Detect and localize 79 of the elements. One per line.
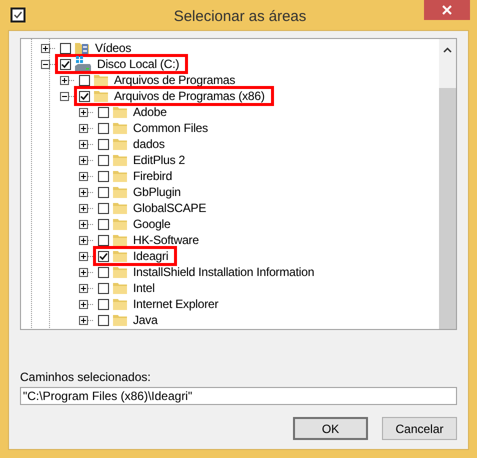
field-label: Caminhos selecionados: [20, 370, 152, 384]
expander-icon[interactable] [79, 300, 88, 308]
expander-icon[interactable] [79, 172, 88, 180]
expander-icon[interactable] [79, 268, 88, 276]
folder-icon [112, 217, 128, 231]
checkbox[interactable] [98, 250, 109, 262]
checkbox[interactable] [60, 42, 71, 54]
expander-icon[interactable] [79, 284, 88, 292]
tree-item[interactable]: GbPlugin [131, 185, 181, 199]
checkbox[interactable] [98, 106, 109, 118]
tree-item[interactable]: GlobalSCAPE [131, 201, 206, 215]
expander-icon[interactable] [79, 108, 88, 116]
checkbox[interactable] [60, 58, 71, 70]
tree-item[interactable]: EditPlus 2 [131, 153, 186, 167]
checkbox[interactable] [98, 122, 109, 134]
checkbox[interactable] [98, 282, 109, 294]
drive-icon [74, 56, 92, 72]
checkbox[interactable] [98, 186, 109, 198]
folder-icon [112, 153, 128, 167]
folder-icon [112, 249, 128, 263]
expander-icon[interactable] [79, 316, 88, 324]
ok-button[interactable]: OK [293, 417, 368, 440]
checkbox[interactable] [79, 90, 90, 102]
expander-icon[interactable] [79, 140, 88, 148]
expander-icon[interactable] [41, 44, 50, 52]
expander-icon[interactable] [79, 204, 88, 212]
tree-item[interactable]: Arquivos de Programas [112, 73, 236, 87]
tree-item[interactable]: InstallShield Installation Information [131, 265, 314, 279]
folder-icon [93, 73, 109, 87]
cancel-button[interactable]: Cancelar [382, 417, 457, 440]
expander-icon[interactable] [60, 76, 69, 84]
folder-icon [112, 121, 128, 135]
expander-icon[interactable] [79, 220, 88, 228]
folder-icon [112, 281, 128, 295]
tree-item[interactable]: HK-Software [131, 233, 199, 247]
folder-icon [112, 185, 128, 199]
folder-icon [93, 89, 109, 103]
expander-icon[interactable] [79, 188, 88, 196]
video-library-icon [74, 41, 90, 55]
folder-icon [112, 201, 128, 215]
checkbox[interactable] [98, 234, 109, 246]
tree-item[interactable]: Common Files [131, 121, 208, 135]
tree-item[interactable]: Firebird [131, 169, 172, 183]
checkbox[interactable] [98, 314, 109, 326]
expander-icon[interactable] [60, 92, 69, 100]
expander-icon[interactable] [79, 124, 88, 132]
expander-icon[interactable] [79, 236, 88, 244]
expander-icon[interactable] [79, 252, 88, 260]
checkbox[interactable] [79, 74, 90, 86]
tree-item[interactable]: Vídeos [93, 41, 132, 55]
tree-item[interactable]: Google [131, 217, 170, 231]
folder-icon [112, 169, 128, 183]
tree-item[interactable]: dados [131, 137, 165, 151]
window-title: Selecionar as áreas [172, 6, 308, 24]
folder-icon [112, 313, 128, 327]
checkbox[interactable] [98, 170, 109, 182]
app-icon [10, 7, 26, 23]
scroll-up-icon[interactable] [443, 47, 452, 53]
paths-field[interactable]: "C:\Program Files (x86)\Ideagri" [20, 387, 457, 405]
folder-icon [112, 265, 128, 279]
folder-icon [112, 297, 128, 311]
close-button[interactable] [424, 0, 470, 20]
checkbox[interactable] [98, 298, 109, 310]
checkbox[interactable] [98, 266, 109, 278]
folder-icon [112, 105, 128, 119]
tree-item[interactable]: Adobe [131, 105, 167, 119]
checkbox[interactable] [98, 138, 109, 150]
tree-item[interactable]: Internet Explorer [131, 297, 218, 311]
expander-icon[interactable] [41, 60, 50, 68]
scrollbar-thumb[interactable] [439, 88, 456, 329]
expander-icon[interactable] [79, 156, 88, 164]
tree-item[interactable]: Java [131, 313, 158, 327]
checkbox[interactable] [98, 218, 109, 230]
folder-icon [112, 137, 128, 151]
close-icon [442, 5, 452, 15]
folder-icon [112, 233, 128, 247]
tree-item[interactable]: Intel [131, 281, 155, 295]
checkbox[interactable] [98, 202, 109, 214]
checkbox[interactable] [98, 154, 109, 166]
